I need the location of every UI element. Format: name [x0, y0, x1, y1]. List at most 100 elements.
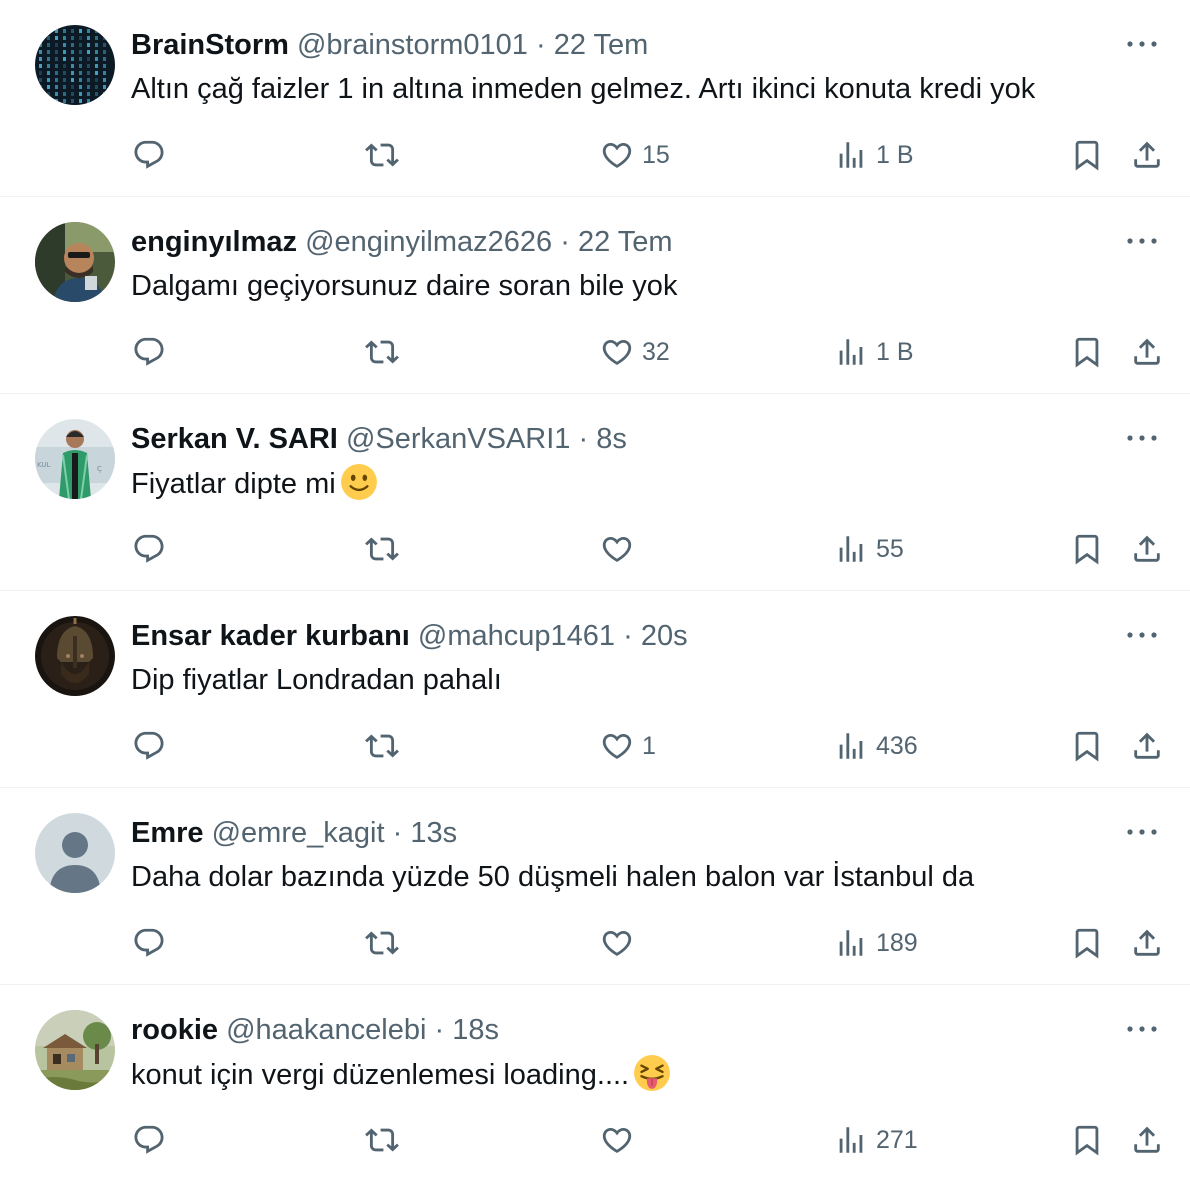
- user-handle[interactable]: @SerkanVSARI1: [346, 423, 570, 455]
- timestamp[interactable]: 18s: [452, 1014, 499, 1046]
- bookmark-icon: [1070, 729, 1104, 763]
- tweet-actions: 32 1 B: [0, 330, 1190, 374]
- more-options-button[interactable]: [1122, 621, 1162, 651]
- tweet-actions: 55: [0, 527, 1190, 571]
- reply-button[interactable]: [132, 330, 166, 374]
- retweet-icon: [365, 138, 399, 172]
- display-name[interactable]: Ensar kader kurbanı: [131, 620, 410, 652]
- views-button[interactable]: 1 B: [834, 330, 914, 374]
- timestamp[interactable]: 22 Tem: [554, 29, 649, 61]
- like-button[interactable]: [600, 1118, 634, 1162]
- timestamp[interactable]: 8s: [596, 423, 627, 455]
- like-button[interactable]: [600, 921, 634, 965]
- tweet-text: Altın çağ faizler 1 in altına inmeden ge…: [131, 69, 1035, 109]
- bookmark-button[interactable]: [1070, 724, 1104, 768]
- share-button[interactable]: [1130, 724, 1164, 768]
- reply-icon: [132, 335, 166, 369]
- timestamp[interactable]: 22 Tem: [578, 226, 673, 258]
- more-icon: [1126, 627, 1158, 645]
- user-handle[interactable]: @haakancelebi: [226, 1014, 426, 1046]
- more-options-button[interactable]: [1122, 424, 1162, 454]
- retweet-button[interactable]: [365, 133, 399, 177]
- reply-icon: [132, 1123, 166, 1157]
- display-name[interactable]: enginyılmaz: [131, 226, 297, 258]
- timestamp[interactable]: 13s: [410, 817, 457, 849]
- like-button[interactable]: 1: [600, 724, 656, 768]
- tweet-header: Serkan V. SARI @SerkanVSARI1 · 8s: [131, 420, 627, 458]
- tweet-reply[interactable]: BrainStorm @brainstorm0101 · 22 Tem Altın…: [0, 0, 1190, 197]
- more-options-button[interactable]: [1122, 1015, 1162, 1045]
- views-button[interactable]: 1 B: [834, 133, 914, 177]
- avatar[interactable]: [35, 222, 115, 302]
- avatar[interactable]: KUL Ç: [35, 419, 115, 499]
- like-button[interactable]: 15: [600, 133, 670, 177]
- more-options-button[interactable]: [1122, 30, 1162, 60]
- views-button[interactable]: 55: [834, 527, 904, 571]
- user-handle[interactable]: @enginyilmaz2626: [305, 226, 552, 258]
- bookmark-button[interactable]: [1070, 527, 1104, 571]
- user-handle[interactable]: @brainstorm0101: [297, 29, 528, 61]
- tweet-reply[interactable]: KUL Ç Serkan V. SARI @SerkanVSARI1 · 8s Fiy…: [0, 394, 1190, 591]
- retweet-button[interactable]: [365, 724, 399, 768]
- user-handle[interactable]: @mahcup1461: [418, 620, 615, 652]
- bookmark-icon: [1070, 926, 1104, 960]
- share-button[interactable]: [1130, 330, 1164, 374]
- reply-icon: [132, 729, 166, 763]
- bookmark-button[interactable]: [1070, 921, 1104, 965]
- retweet-button[interactable]: [365, 1118, 399, 1162]
- more-options-button[interactable]: [1122, 227, 1162, 257]
- tweet-reply[interactable]: enginyılmaz @enginyilmaz2626 · 22 Tem Dal…: [0, 197, 1190, 394]
- display-name[interactable]: rookie: [131, 1014, 218, 1046]
- tweet-header: BrainStorm @brainstorm0101 · 22 Tem: [131, 26, 648, 64]
- avatar[interactable]: [35, 25, 115, 105]
- bookmark-button[interactable]: [1070, 133, 1104, 177]
- retweet-button[interactable]: [365, 921, 399, 965]
- views-count: 189: [876, 928, 918, 957]
- share-button[interactable]: [1130, 133, 1164, 177]
- more-options-button[interactable]: [1122, 818, 1162, 848]
- reply-button[interactable]: [132, 1118, 166, 1162]
- reply-button[interactable]: [132, 724, 166, 768]
- like-icon: [600, 532, 634, 566]
- share-button[interactable]: [1130, 921, 1164, 965]
- bookmark-icon: [1070, 1123, 1104, 1157]
- user-handle[interactable]: @emre_kagit: [212, 817, 385, 849]
- views-button[interactable]: 189: [834, 921, 918, 965]
- bookmark-button[interactable]: [1070, 1118, 1104, 1162]
- squinting-face-with-tongue-emoji: [633, 1054, 671, 1092]
- like-count: 1: [642, 731, 656, 760]
- views-button[interactable]: 436: [834, 724, 918, 768]
- tweet-text-content: Dip fiyatlar Londradan pahalı: [131, 664, 502, 696]
- retweet-button[interactable]: [365, 330, 399, 374]
- timestamp[interactable]: 20s: [641, 620, 688, 652]
- like-icon: [600, 1123, 634, 1157]
- views-button[interactable]: 271: [834, 1118, 918, 1162]
- bookmark-icon: [1070, 138, 1104, 172]
- like-button[interactable]: [600, 527, 634, 571]
- like-icon: [600, 335, 634, 369]
- avatar[interactable]: [35, 616, 115, 696]
- share-button[interactable]: [1130, 1118, 1164, 1162]
- like-button[interactable]: 32: [600, 330, 670, 374]
- tweet-text-content: Daha dolar bazında yüzde 50 düşmeli hale…: [131, 861, 975, 893]
- display-name[interactable]: Serkan V. SARI: [131, 423, 338, 455]
- tweet-text-content: konut için vergi düzenlemesi loading....: [131, 1059, 630, 1091]
- tweet-text-content: Fiyatlar dipte mi: [131, 468, 336, 500]
- tweet-reply[interactable]: Ensar kader kurbanı @mahcup1461 · 20s Dip…: [0, 591, 1190, 788]
- tweet-reply[interactable]: rookie @haakancelebi · 18s konut için ver…: [0, 985, 1190, 1182]
- reply-button[interactable]: [132, 921, 166, 965]
- avatar[interactable]: [35, 813, 115, 893]
- reply-button[interactable]: [132, 133, 166, 177]
- more-icon: [1126, 233, 1158, 251]
- retweet-button[interactable]: [365, 527, 399, 571]
- retweet-icon: [365, 532, 399, 566]
- share-button[interactable]: [1130, 527, 1164, 571]
- display-name[interactable]: Emre: [131, 817, 204, 849]
- retweet-icon: [365, 729, 399, 763]
- display-name[interactable]: BrainStorm: [131, 29, 289, 61]
- bookmark-button[interactable]: [1070, 330, 1104, 374]
- tweet-reply[interactable]: Emre @emre_kagit · 13s Daha dolar bazında…: [0, 788, 1190, 985]
- avatar[interactable]: [35, 1010, 115, 1090]
- reply-button[interactable]: [132, 527, 166, 571]
- like-icon: [600, 926, 634, 960]
